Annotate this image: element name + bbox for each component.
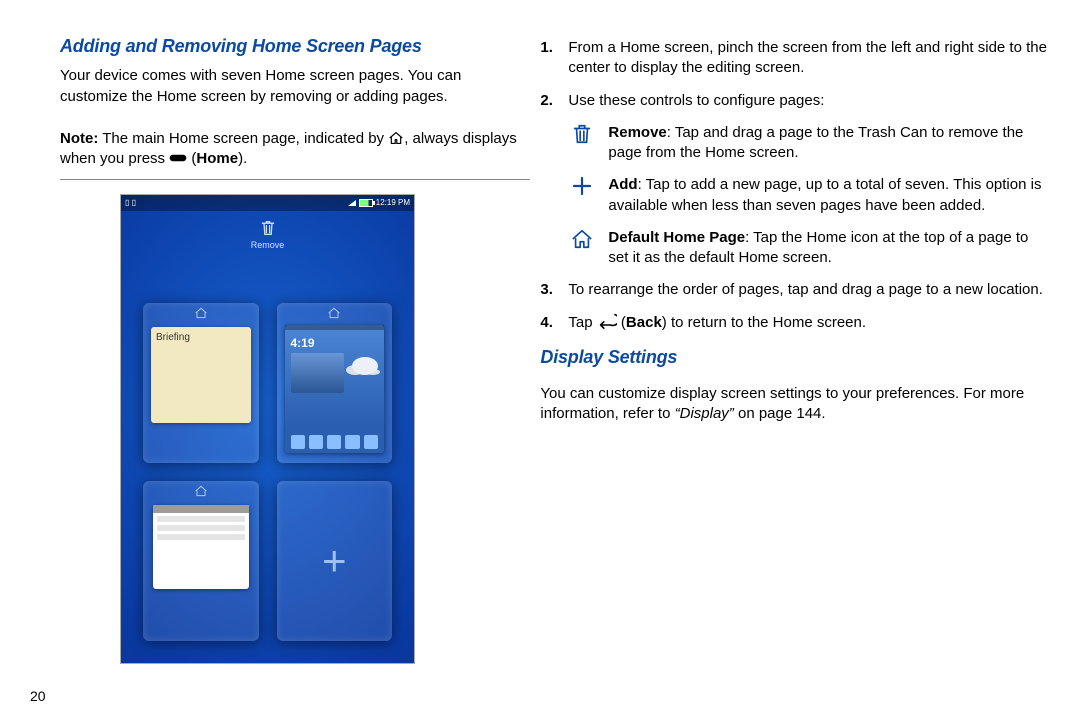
section-heading-display-settings: Display Settings xyxy=(540,345,1050,369)
control-text-remove: : Tap and drag a page to the Trash Can t… xyxy=(608,124,1023,161)
remove-drop-target: Remove xyxy=(121,219,414,251)
page-home-icon xyxy=(194,485,208,500)
status-bar: ▯ ▯ 12:19 PM xyxy=(121,195,414,211)
control-def-default-home: Default Home Page: Tap the Home icon at … xyxy=(568,228,1050,269)
step-2: 2. Use these controls to configure pages… xyxy=(540,91,1050,269)
note-block: Note: The main Home screen page, indicat… xyxy=(60,121,530,181)
battery-icon xyxy=(359,199,373,207)
note-part1: The main Home screen page, indicated by xyxy=(98,130,388,147)
home-button-icon xyxy=(169,151,187,165)
page-thumbnail-main-home: 4:19 xyxy=(277,303,393,463)
dock-icons xyxy=(291,435,379,449)
remove-drop-label: Remove xyxy=(121,239,414,251)
intro-paragraph: Your device comes with seven Home screen… xyxy=(60,66,530,107)
page-home-icon xyxy=(194,307,208,322)
status-icons-left: ▯ ▯ xyxy=(125,198,136,207)
add-page-icon: + xyxy=(322,533,347,590)
step-1: 1. From a Home screen, pinch the screen … xyxy=(540,38,1050,79)
widget-clock-time: 4:19 xyxy=(291,335,315,351)
page-thumbnail-add: + xyxy=(277,481,393,641)
page-thumbnail-briefing: Briefing xyxy=(143,303,259,463)
trash-icon xyxy=(121,219,414,237)
page-thumbnail-list xyxy=(143,481,259,641)
note-label: Note: xyxy=(60,130,98,147)
step-4-text-a: Tap xyxy=(568,314,596,331)
signal-icon xyxy=(348,200,356,206)
back-icon xyxy=(597,313,617,329)
trash-icon xyxy=(568,123,596,151)
page-home-icon xyxy=(327,307,341,322)
section-heading-adding-removing: Adding and Removing Home Screen Pages xyxy=(60,34,530,58)
home-icon xyxy=(388,131,404,145)
weather-cloud-icon xyxy=(352,357,378,375)
step-3: 3. To rearrange the order of pages, tap … xyxy=(540,280,1050,300)
widget-weather-city xyxy=(291,353,345,393)
step-2-text: Use these controls to configure pages: xyxy=(568,91,1050,111)
control-label-default-home: Default Home Page xyxy=(608,229,745,246)
home-outline-icon xyxy=(568,228,596,256)
briefing-widget-label: Briefing xyxy=(156,332,190,343)
control-label-add: Add xyxy=(608,176,637,193)
step-4-text-b: ) to return to the Home screen. xyxy=(662,314,866,331)
control-label-remove: Remove xyxy=(608,124,666,141)
back-label: Back xyxy=(626,314,662,331)
step-4: 4. Tap (Back) to return to the Home scre… xyxy=(540,313,1050,333)
page-number: 20 xyxy=(30,687,46,706)
display-settings-paragraph: You can customize display screen setting… xyxy=(540,384,1050,425)
home-button-label: Home xyxy=(196,150,238,167)
home-screen-editor-screenshot: ▯ ▯ 12:19 PM Remove xyxy=(120,194,415,664)
control-def-add: Add: Tap to add a new page, up to a tota… xyxy=(568,175,1050,216)
control-text-add: : Tap to add a new page, up to a total o… xyxy=(608,176,1041,213)
status-time: 12:19 PM xyxy=(376,198,410,209)
control-def-remove: Remove: Tap and drag a page to the Trash… xyxy=(568,123,1050,164)
plus-icon xyxy=(568,175,596,203)
display-cross-ref: “Display” xyxy=(675,405,734,422)
